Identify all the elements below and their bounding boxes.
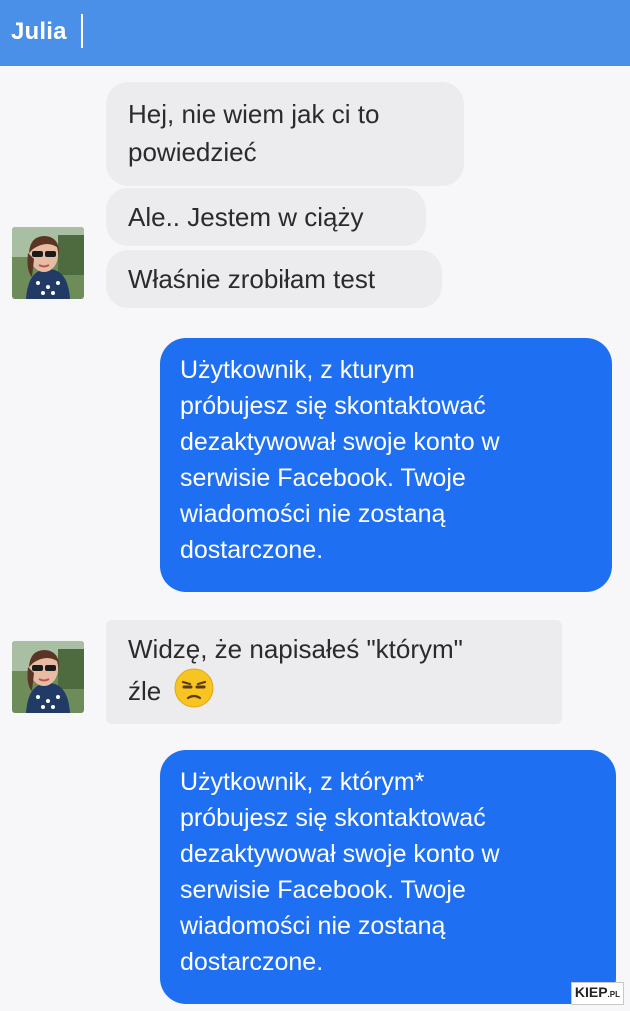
message-text: źle [128, 676, 162, 706]
watermark-text: KIEP [574, 984, 608, 1000]
message-line: dostarczone. [180, 536, 324, 564]
contact-avatar[interactable] [12, 227, 84, 299]
message-line: Widzę, że napisałeś "którym" [128, 634, 463, 664]
message-line: wiadomości nie zostaną [180, 912, 446, 940]
incoming-message[interactable]: Hej, nie wiem jak ci to powiedzieć [106, 82, 464, 186]
message-line: dezaktywował swoje konto w [180, 428, 500, 456]
incoming-message[interactable]: Widzę, że napisałeś "którym" źle [106, 620, 562, 724]
message-line: dostarczone. [180, 948, 324, 976]
message-line: powiedzieć [128, 137, 257, 167]
contact-avatar[interactable] [12, 641, 84, 713]
outgoing-message[interactable]: Użytkownik, z którym* próbujesz się skon… [160, 750, 616, 1004]
chat-header: Julia [0, 0, 630, 66]
outgoing-message[interactable]: Użytkownik, z kturym próbujesz się skont… [160, 338, 612, 592]
incoming-message[interactable]: Właśnie zrobiłam test [106, 250, 442, 308]
message-line: Ale.. Jestem w ciąży [128, 202, 364, 232]
message-line: serwisie Facebook. Twoje [180, 876, 466, 904]
watermark-suffix: .PL [607, 990, 620, 999]
watermark-logo: KIEP.PL [570, 982, 624, 1005]
avatar-image [12, 641, 84, 713]
message-line: dezaktywował swoje konto w [180, 840, 500, 868]
message-line: serwisie Facebook. Twoje [180, 464, 466, 492]
text-cursor [81, 14, 83, 48]
avatar-image [12, 227, 84, 299]
message-line: Użytkownik, z kturym [180, 356, 415, 384]
message-thread[interactable]: Hej, nie wiem jak ci to powiedzieć Ale..… [0, 66, 630, 1011]
message-line: Hej, nie wiem jak ci to [128, 99, 380, 129]
message-line: próbujesz się skontaktować [180, 392, 486, 420]
message-line: źle [128, 668, 540, 718]
unamused-face-icon [174, 668, 214, 718]
incoming-message[interactable]: Ale.. Jestem w ciąży [106, 188, 426, 246]
contact-name[interactable]: Julia [11, 18, 67, 46]
message-line: wiadomości nie zostaną [180, 500, 446, 528]
message-line: Użytkownik, z którym* [180, 768, 425, 796]
message-line: próbujesz się skontaktować [180, 804, 486, 832]
message-line: Właśnie zrobiłam test [128, 264, 376, 294]
